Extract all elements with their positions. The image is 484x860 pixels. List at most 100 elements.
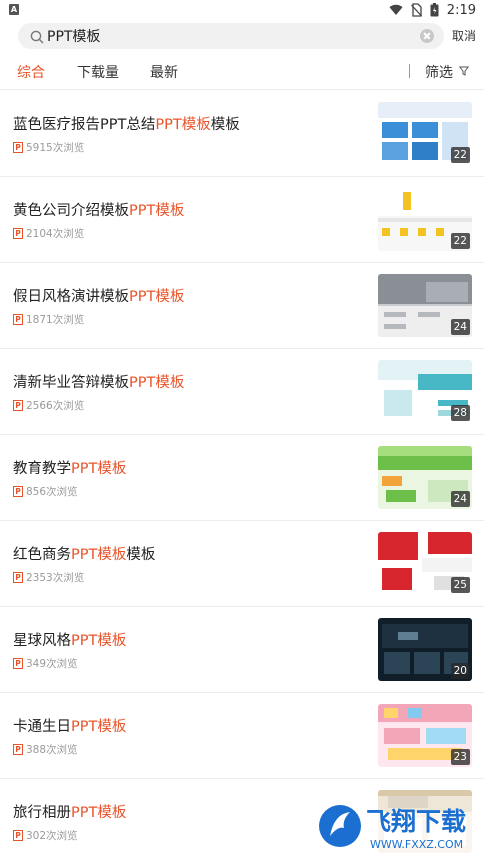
result-meta: P 302次浏览: [13, 828, 78, 843]
svg-text:WWW.FXXZ.COM: WWW.FXXZ.COM: [370, 838, 463, 851]
result-title-text: 教育教学: [13, 461, 71, 477]
search-box[interactable]: [18, 23, 444, 49]
result-title-text: 旅行相册: [13, 805, 71, 821]
view-count: 2353次浏览: [26, 572, 85, 584]
result-title: 卡通生日PPT模板: [13, 715, 126, 736]
result-item[interactable]: 清新毕业答辩模板PPT模板 P 2566次浏览 28: [0, 349, 484, 435]
template-thumbnail[interactable]: 20: [378, 618, 472, 681]
search-bar: 取消: [0, 20, 484, 51]
result-meta: P 2353次浏览: [13, 570, 84, 585]
tab-divider: [409, 64, 410, 78]
thumbnail-shape: [398, 632, 418, 640]
result-title-text: 蓝色医疗报告PPT总结: [13, 117, 156, 133]
result-title-suffix: 模板: [126, 547, 156, 563]
result-title-text: 星球风格: [13, 633, 71, 649]
page-count-badge: 24: [450, 319, 470, 335]
result-item[interactable]: 假日风格演讲模板PPT模板 P 1871次浏览 24: [0, 263, 484, 349]
clock-time: 2:19: [446, 2, 476, 18]
filter-label: 筛选: [425, 65, 453, 81]
filter-button[interactable]: 筛选: [425, 62, 470, 82]
template-thumbnail[interactable]: 24: [378, 446, 472, 509]
thumbnail-shape: [384, 708, 398, 718]
thumbnail-shape: [426, 728, 466, 744]
result-title: 黄色公司介绍模板PPT模板: [13, 199, 184, 220]
thumbnail-shape: [384, 728, 420, 744]
battery-icon: [430, 3, 439, 17]
template-thumbnail[interactable]: 23: [378, 704, 472, 767]
thumbnail-shape: [384, 390, 412, 416]
no-sim-icon: [410, 3, 422, 17]
watermark-logo: 飞翔下载 WWW.FXXZ.COM: [316, 796, 480, 856]
result-meta: P 388次浏览: [13, 742, 78, 757]
result-title: 星球风格PPT模板: [13, 629, 126, 650]
ppt-file-icon: P: [13, 142, 23, 153]
result-meta: P 856次浏览: [13, 484, 78, 499]
view-count: 2104次浏览: [26, 228, 85, 240]
result-item[interactable]: 教育教学PPT模板 P 856次浏览 24: [0, 435, 484, 521]
page-count-badge: 25: [450, 577, 470, 593]
clear-icon[interactable]: [420, 29, 434, 43]
template-thumbnail[interactable]: 22: [378, 188, 472, 251]
view-count: 2566次浏览: [26, 400, 85, 412]
result-title-highlight: PPT模板: [71, 719, 127, 735]
result-title-suffix: 模板: [210, 117, 240, 133]
ppt-file-icon: P: [13, 228, 23, 239]
thumbnail-shape: [382, 122, 408, 138]
filter-icon: [458, 64, 470, 80]
ppt-file-icon: P: [13, 400, 23, 411]
thumbnail-shape: [384, 324, 406, 329]
result-title: 教育教学PPT模板: [13, 457, 126, 478]
view-count: 349次浏览: [26, 658, 78, 670]
thumbnail-shape: [436, 228, 444, 236]
template-thumbnail[interactable]: 22: [378, 102, 472, 165]
ppt-file-icon: P: [13, 572, 23, 583]
thumbnail-shape: [382, 476, 402, 486]
result-item[interactable]: 黄色公司介绍模板PPT模板 P 2104次浏览 22: [0, 177, 484, 263]
thumbnail-shape: [426, 282, 468, 302]
view-count: 1871次浏览: [26, 314, 85, 326]
tab-latest[interactable]: 最新: [150, 62, 178, 82]
view-count: 5915次浏览: [26, 142, 85, 154]
result-meta: P 5915次浏览: [13, 140, 84, 155]
tab-comprehensive[interactable]: 综合: [17, 62, 45, 82]
result-title: 旅行相册PPT模板: [13, 801, 126, 822]
result-title-text: 卡通生日: [13, 719, 71, 735]
result-item[interactable]: 卡通生日PPT模板 P 388次浏览 23: [0, 693, 484, 779]
template-thumbnail[interactable]: 28: [378, 360, 472, 423]
thumbnail-shape: [384, 652, 410, 674]
result-title-text: 假日风格演讲模板: [13, 289, 129, 305]
template-thumbnail[interactable]: 25: [378, 532, 472, 595]
search-input[interactable]: [47, 23, 407, 49]
ppt-file-icon: P: [13, 830, 23, 841]
wifi-icon: [389, 4, 403, 16]
result-meta: P 349次浏览: [13, 656, 78, 671]
thumbnail-shape: [382, 568, 412, 590]
page-count-badge: 23: [450, 749, 470, 765]
thumbnail-shape: [422, 558, 472, 572]
search-icon: [30, 29, 44, 48]
thumbnail-shape: [412, 142, 438, 160]
page-count-badge: 20: [450, 663, 470, 679]
cancel-button[interactable]: 取消: [452, 27, 476, 44]
result-item[interactable]: 蓝色医疗报告PPT总结PPT模板模板 P 5915次浏览 22: [0, 91, 484, 177]
page-count-badge: 22: [450, 147, 470, 163]
svg-text:飞翔下载: 飞翔下载: [366, 807, 466, 836]
thumbnail-shape: [428, 532, 472, 554]
thumbnail-shape: [378, 188, 472, 216]
thumbnail-shape: [418, 228, 426, 236]
thumbnail-shape: [418, 312, 440, 317]
view-count: 856次浏览: [26, 486, 78, 498]
result-item[interactable]: 红色商务PPT模板模板 P 2353次浏览 25: [0, 521, 484, 607]
thumbnail-shape: [382, 142, 408, 160]
template-thumbnail[interactable]: 24: [378, 274, 472, 337]
thumbnail-shape: [378, 446, 472, 456]
thumbnail-shape: [403, 192, 411, 210]
thumbnail-shape: [384, 312, 406, 317]
result-title-highlight: PPT模板: [71, 547, 127, 563]
tab-downloads[interactable]: 下载量: [77, 62, 119, 82]
ppt-file-icon: P: [13, 658, 23, 669]
result-item[interactable]: 星球风格PPT模板 P 349次浏览 20: [0, 607, 484, 693]
thumbnail-shape: [378, 102, 472, 118]
result-title-text: 黄色公司介绍模板: [13, 203, 129, 219]
result-meta: P 2104次浏览: [13, 226, 84, 241]
